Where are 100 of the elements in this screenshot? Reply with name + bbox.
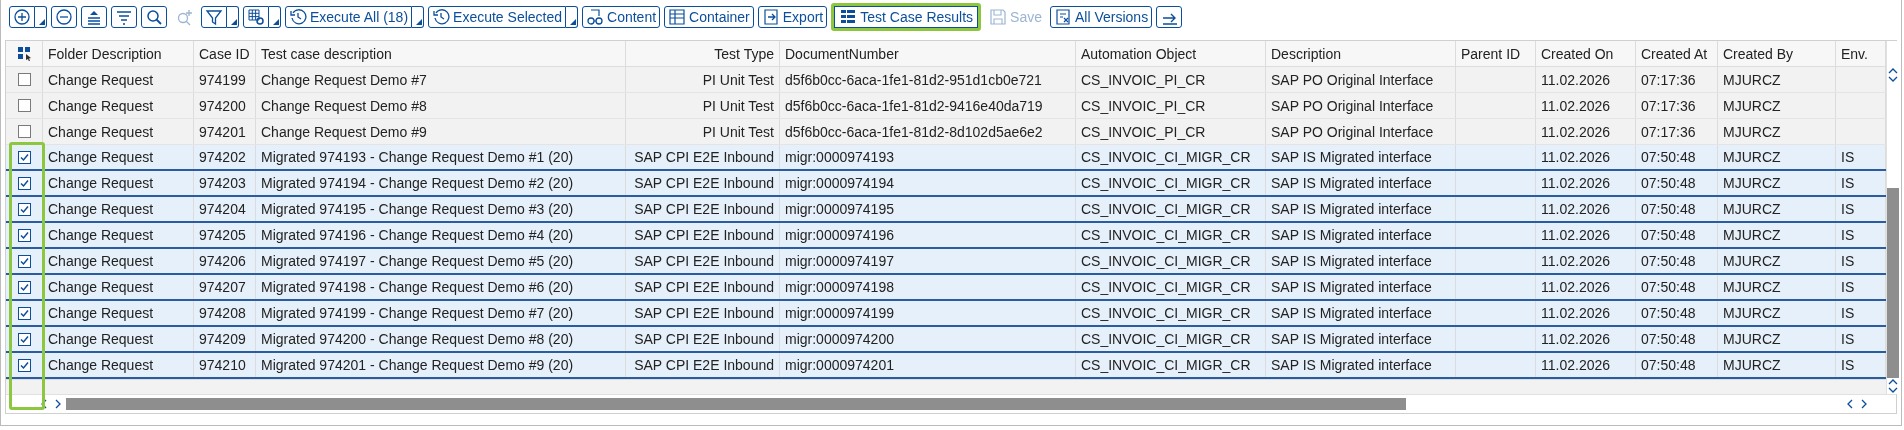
scroll-thumb[interactable] [1887, 188, 1899, 378]
table-cell: IS [1841, 279, 1855, 295]
table-cell: Change Request [48, 201, 154, 217]
column-header[interactable]: Test case description [261, 45, 392, 62]
table-cell: 11.02.2026 [1541, 175, 1611, 191]
toolbar-button[interactable]: Content [582, 6, 661, 28]
table-row[interactable]: Change Request 974199 Change Request Demo #7 PI Unit Test d5f6b0cc-6aca-1fe1-81d2-951d1cb0e721 CS_INVOIC_PI_CR SAP PO Original Interface 11.02.2026 07:17:36 MJURCZ [6, 67, 1886, 93]
column-header[interactable]: Folder Description [48, 45, 162, 62]
checkbox[interactable] [17, 125, 31, 138]
table-row[interactable]: Change Request 974201 Change Request Demo #9 PI Unit Test d5f6b0cc-6aca-1fe1-81d2-8d102d5ae6e2 CS_INVOIC_PI_CR SAP PO Original Interface 11.02.2026 07:17:36 MJURCZ [6, 119, 1886, 145]
checkbox[interactable] [17, 254, 31, 268]
checkbox[interactable] [17, 306, 31, 320]
search-plus-icon [175, 8, 193, 26]
table-row[interactable]: Change Request 974207 Migrated 974198 - Change Request Demo #6 (20) SAP CPI E2E Inbound migr:0000974198 CS_INVOIC_CI_MIGR_CR SAP IS Migrated interface 11.02.2026 07:50:48 MJURCZ IS [6, 275, 1886, 301]
table-row[interactable]: Change Request 974203 Migrated 974194 - Change Request Demo #2 (20) SAP CPI E2E Inbound migr:0000974194 CS_INVOIC_CI_MIGR_CR SAP IS Migrated interface 11.02.2026 07:50:48 MJURCZ IS [6, 171, 1886, 197]
table-cell: MJURCZ [1723, 331, 1781, 347]
table-cell: Change Request [48, 123, 154, 140]
vertical-scrollbar[interactable] [1886, 41, 1899, 394]
scroll-up-icon[interactable] [1888, 67, 1898, 75]
table-cell: Migrated 974196 - Change Request Demo #4 (20) [261, 227, 574, 243]
icon-button[interactable] [1156, 6, 1183, 28]
table-cell: Change Request [48, 253, 154, 269]
dropdown-button[interactable] [227, 6, 239, 28]
table-cell: CS_INVOIC_CI_MIGR_CR [1081, 305, 1251, 321]
table-row[interactable]: Change Request 974206 Migrated 974197 - Change Request Demo #5 (20) SAP CPI E2E Inbound migr:0000974197 CS_INVOIC_CI_MIGR_CR SAP IS Migrated interface 11.02.2026 07:50:48 MJURCZ IS [6, 249, 1886, 275]
column-header[interactable]: Case ID [199, 45, 250, 62]
column-header[interactable]: Description [1271, 45, 1342, 62]
scroll-down-icon[interactable] [1888, 75, 1898, 83]
checkbox[interactable] [17, 358, 31, 372]
table-cell: PI Unit Test [702, 97, 774, 114]
checkbox[interactable] [17, 176, 31, 190]
table-cell: 07:50:48 [1641, 149, 1696, 165]
dropdown-button[interactable] [35, 6, 47, 28]
toolbar-button[interactable]: Container [664, 6, 754, 28]
table-cell: migr:0000974196 [785, 227, 894, 243]
toolbar-button[interactable]: Execute Selected [428, 6, 567, 28]
scroll-right-icon[interactable] [54, 399, 62, 409]
scroll-right-icon[interactable] [1860, 399, 1868, 409]
table-row[interactable]: Change Request 974205 Migrated 974196 - Change Request Demo #4 (20) SAP CPI E2E Inbound migr:0000974196 CS_INVOIC_CI_MIGR_CR SAP IS Migrated interface 11.02.2026 07:50:48 MJURCZ IS [6, 223, 1886, 249]
table-cell: 11.02.2026 [1541, 331, 1611, 347]
table-cell: Change Request [48, 175, 154, 191]
table-row[interactable]: Change Request 974204 Migrated 974195 - Change Request Demo #3 (20) SAP CPI E2E Inbound migr:0000974195 CS_INVOIC_CI_MIGR_CR SAP IS Migrated interface 11.02.2026 07:50:48 MJURCZ IS [6, 197, 1886, 223]
table-cell: PI Unit Test [702, 123, 774, 140]
scroll-thumb[interactable] [66, 398, 1406, 410]
scroll-left-icon[interactable] [1846, 399, 1854, 409]
checkbox[interactable] [17, 280, 31, 294]
table-cell: Change Request Demo #8 [261, 97, 427, 114]
dropdown-button[interactable] [566, 6, 579, 28]
table-cell: 974204 [199, 201, 246, 217]
table-cell: SAP CPI E2E Inbound [634, 279, 774, 295]
column-header[interactable]: DocumentNumber [785, 45, 899, 62]
select-all-icon[interactable] [16, 46, 32, 61]
scroll-down-icon[interactable] [1888, 386, 1898, 394]
column-header[interactable]: Created By [1723, 45, 1794, 62]
table-row[interactable]: Change Request 974202 Migrated 974193 - Change Request Demo #1 (20) SAP CPI E2E Inbound migr:0000974193 CS_INVOIC_CI_MIGR_CR SAP IS Migrated interface 11.02.2026 07:50:48 MJURCZ IS [6, 145, 1886, 171]
checkbox[interactable] [17, 99, 31, 112]
column-header[interactable]: Created On [1541, 45, 1614, 62]
scroll-up-icon[interactable] [1888, 378, 1898, 386]
table-cell: IS [1841, 305, 1855, 321]
checkbox[interactable] [17, 332, 31, 346]
column-header[interactable]: Env. [1841, 45, 1868, 62]
icon-button[interactable] [51, 6, 77, 28]
icon-button[interactable] [9, 6, 35, 28]
dropdown-button[interactable] [412, 6, 425, 28]
table-cell: Migrated 974194 - Change Request Demo #2 (20) [261, 175, 574, 191]
table-cell: migr:0000974195 [785, 201, 894, 217]
table-row[interactable]: Change Request 974200 Change Request Demo #8 PI Unit Test d5f6b0cc-6aca-1fe1-81d2-9416e40da719 CS_INVOIC_PI_CR SAP PO Original Interface 11.02.2026 07:17:36 MJURCZ [6, 93, 1886, 119]
column-header[interactable]: Parent ID [1461, 45, 1521, 62]
icon-button[interactable] [111, 6, 137, 28]
icon-button[interactable] [141, 6, 167, 28]
table-cell: SAP IS Migrated interface [1271, 253, 1432, 269]
checkbox[interactable] [17, 202, 31, 216]
toolbar-button[interactable]: All Versions [1050, 6, 1153, 28]
toolbar-button[interactable]: Test Case Results [831, 3, 982, 31]
column-header[interactable]: Automation Object [1081, 45, 1197, 62]
toolbar-button[interactable]: Execute All (18) [285, 6, 413, 28]
table-cell: Change Request [48, 149, 154, 165]
table-cell: Change Request [48, 357, 154, 373]
table-cell: Migrated 974195 - Change Request Demo #3 (20) [261, 201, 574, 217]
table-row[interactable]: Change Request 974210 Migrated 974201 - Change Request Demo #9 (20) SAP CPI E2E Inbound migr:0000974201 CS_INVOIC_CI_MIGR_CR SAP IS Migrated interface 11.02.2026 07:50:48 MJURCZ IS [6, 353, 1886, 379]
checkbox[interactable] [17, 150, 31, 164]
plus-circle-icon [13, 8, 31, 26]
table-cell: 974208 [199, 305, 246, 321]
column-header[interactable]: Test Type [714, 45, 774, 62]
icon-button[interactable] [81, 6, 107, 28]
table-cell: SAP PO Original Interface [1271, 71, 1434, 88]
table-cell: CS_INVOIC_CI_MIGR_CR [1081, 149, 1251, 165]
table-row[interactable]: Change Request 974208 Migrated 974199 - Change Request Demo #7 (20) SAP CPI E2E Inbound migr:0000974199 CS_INVOIC_CI_MIGR_CR SAP IS Migrated interface 11.02.2026 07:50:48 MJURCZ IS [6, 301, 1886, 327]
icon-button[interactable] [243, 6, 269, 28]
table-row[interactable]: Change Request 974209 Migrated 974200 - Change Request Demo #8 (20) SAP CPI E2E Inbound migr:0000974200 CS_INVOIC_CI_MIGR_CR SAP IS Migrated interface 11.02.2026 07:50:48 MJURCZ IS [6, 327, 1886, 353]
checkbox[interactable] [17, 73, 31, 86]
horizontal-scrollbar[interactable] [6, 394, 1896, 413]
dropdown-button[interactable] [269, 6, 281, 28]
toolbar-button[interactable]: Export [757, 6, 828, 28]
column-header[interactable]: Created At [1641, 45, 1708, 62]
icon-button[interactable] [201, 6, 227, 28]
table-cell: Migrated 974198 - Change Request Demo #6 (20) [261, 279, 574, 295]
checkbox[interactable] [17, 228, 31, 242]
export-icon [761, 8, 780, 26]
table-cell: migr:0000974198 [785, 279, 894, 295]
